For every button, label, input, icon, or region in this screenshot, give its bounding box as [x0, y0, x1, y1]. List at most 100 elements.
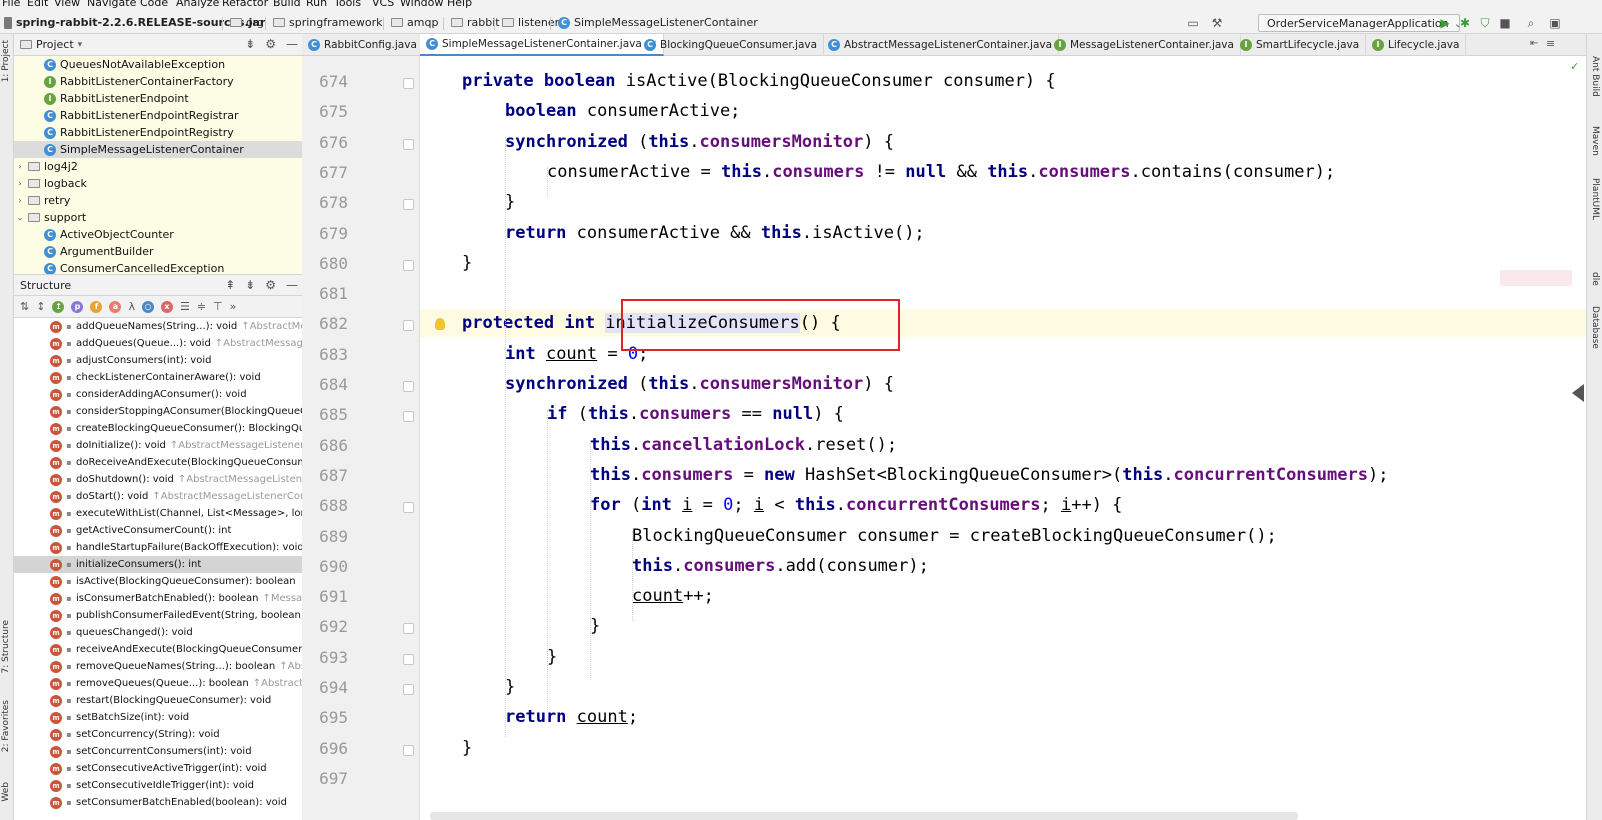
gear-icon[interactable]: ⚙ — [265, 37, 276, 51]
editor-tab[interactable]: CSimpleMessageListenerContainer.java× — [420, 34, 665, 56]
collapse-arrow-icon[interactable] — [1572, 384, 1584, 402]
project-tree-item[interactable]: C SimpleMessageListenerContainer — [14, 141, 302, 158]
menu-item[interactable]: View — [54, 0, 80, 9]
chevron-right-icon[interactable]: › — [16, 162, 24, 171]
run-icon[interactable]: ▶ — [1438, 16, 1452, 30]
fold-marker-icon[interactable] — [403, 320, 414, 331]
menu-item[interactable]: VCS — [372, 0, 394, 9]
sort-alpha-icon[interactable]: ⇅ — [20, 300, 29, 313]
fold-marker-icon[interactable] — [403, 139, 414, 150]
fold-marker-icon[interactable] — [403, 411, 414, 422]
structure-item[interactable]: m ▪ addQueueNames(String...): void ↑Abstrac… — [14, 318, 302, 335]
lightbulb-icon[interactable] — [435, 318, 445, 330]
project-tree-item[interactable]: ⌄ support — [14, 209, 302, 226]
hide-panel-icon[interactable]: — — [286, 37, 298, 51]
autoscroll-icon[interactable]: ⊤ — [213, 300, 223, 313]
structure-item[interactable]: m ▪ setConcurrentConsumers(int): void — [14, 743, 302, 760]
menu-item[interactable]: Build — [273, 0, 301, 9]
show-non-public-icon[interactable]: a — [109, 300, 122, 313]
search-icon[interactable]: ⌕ — [1524, 16, 1538, 30]
structure-item[interactable]: m ▪ createBlockingQueueConsumer(): Blockin… — [14, 420, 302, 437]
project-tree-item[interactable]: › log4j2 — [14, 158, 302, 175]
more-icon[interactable]: » — [230, 300, 237, 313]
editor-tab[interactable]: I SmartLifecycle.java — [1234, 34, 1367, 56]
structure-item[interactable]: m ▪ setBatchSize(int): void — [14, 709, 302, 726]
project-tree-item[interactable]: › retry — [14, 192, 302, 209]
chevron-right-icon[interactable]: › — [16, 179, 24, 188]
chevron-right-icon[interactable]: › — [16, 196, 24, 205]
structure-item[interactable]: m ▪ setConcurrency(String): void — [14, 726, 302, 743]
stop-icon[interactable]: ■ — [1498, 16, 1512, 30]
structure-item[interactable]: m ▪ considerStoppingAConsumer(BlockingQueu… — [14, 403, 302, 420]
window-icon[interactable]: ▭ — [1186, 16, 1200, 30]
project-tree-item[interactable]: C QueuesNotAvailableException — [14, 56, 302, 73]
structure-item[interactable]: m ▪ doInitialize(): void ↑AbstractMessageLi… — [14, 437, 302, 454]
gear-icon[interactable]: ⚙ — [265, 278, 276, 292]
structure-item[interactable]: m ▪ publishConsumerFailedEvent(String, boo… — [14, 607, 302, 624]
project-tree-item[interactable]: C RabbitListenerEndpointRegistrar — [14, 107, 302, 124]
project-tree-item[interactable]: C RabbitListenerEndpointRegistry — [14, 124, 302, 141]
project-tree-item[interactable]: C ConsumerCancelledException — [14, 260, 302, 274]
structure-item[interactable]: m ▪ removeQueueNames(String...): boolean ↑A… — [14, 658, 302, 675]
menu-item[interactable]: Refactor — [222, 0, 268, 9]
structure-item[interactable]: m ▪ setConsecutiveActiveTrigger(int): void — [14, 760, 302, 777]
sort-visibility-icon[interactable]: ↕ — [36, 300, 45, 313]
show-anonymous-icon[interactable]: ○ — [141, 300, 154, 313]
menu-item[interactable]: Help — [447, 0, 472, 9]
menu-item[interactable]: Window — [400, 0, 443, 9]
fold-marker-icon[interactable] — [403, 654, 414, 665]
breadcrumb-item[interactable]: spring-rabbit-2.2.6.RELEASE-sources.jar — [4, 16, 265, 29]
structure-item[interactable]: m ▪ considerAddingAConsumer(): void — [14, 386, 302, 403]
menu-item[interactable]: Tools — [334, 0, 361, 9]
menu-item[interactable]: File — [2, 0, 20, 9]
tool-tab-database[interactable]: Database — [1590, 306, 1600, 349]
breadcrumb-item[interactable]: rabbit — [451, 16, 500, 29]
breadcrumb-item[interactable]: C SimpleMessageListenerContainer — [558, 16, 758, 29]
project-tree-item[interactable]: C ArgumentBuilder — [14, 243, 302, 260]
breadcrumb-item[interactable]: springframework — [273, 16, 382, 29]
horizontal-scrollbar[interactable] — [430, 812, 1298, 820]
project-tree-item[interactable]: C ActiveObjectCounter — [14, 226, 302, 243]
project-tree-item[interactable]: › logback — [14, 175, 302, 192]
tool-tab-plantuml[interactable]: PlantUML — [1590, 178, 1600, 220]
fold-marker-icon[interactable] — [403, 199, 414, 210]
structure-item[interactable]: m ▪ setConsumerBatchEnabled(boolean): void — [14, 794, 302, 811]
expand-icon[interactable]: ☰ — [180, 300, 190, 313]
tabs-overflow-icon[interactable]: ⇤ — [1530, 38, 1538, 49]
show-abstract-icon[interactable]: x — [160, 300, 173, 313]
structure-item[interactable]: m ▪ receiveAndExecute(BlockingQueueConsume… — [14, 641, 302, 658]
fold-marker-icon[interactable] — [403, 381, 414, 392]
fold-marker-icon[interactable] — [403, 745, 414, 756]
show-properties-icon[interactable]: p — [71, 300, 84, 313]
show-fields-icon[interactable]: f — [90, 300, 103, 313]
fold-marker-icon[interactable] — [403, 623, 414, 634]
show-inherited-icon[interactable]: ↥ — [52, 300, 65, 313]
fold-marker-icon[interactable] — [403, 502, 414, 513]
tool-tab-ant-build[interactable]: Ant Build — [1590, 56, 1600, 97]
editor-tab[interactable]: C AbstractMessageListenerContainer.java — [822, 34, 1060, 56]
chevron-down-icon[interactable]: ▾ — [78, 40, 83, 50]
layout-icon[interactable]: ▣ — [1548, 16, 1562, 30]
fold-marker-icon[interactable] — [403, 78, 414, 89]
show-lambdas-icon[interactable]: λ — [128, 300, 135, 313]
project-panel-title[interactable]: Project — [36, 38, 74, 51]
structure-item[interactable]: m ▪ removeQueues(Queue...): boolean ↑Abstra… — [14, 675, 302, 692]
editor-tab[interactable]: C RabbitConfig.java — [302, 34, 424, 56]
breadcrumb-item[interactable]: amqp — [391, 16, 438, 29]
tabs-menu-icon[interactable]: ≡ — [1546, 37, 1555, 50]
collapse-icon[interactable]: ≑ — [197, 300, 206, 313]
fold-marker-icon[interactable] — [403, 260, 414, 271]
project-tree-item[interactable]: I RabbitListenerEndpoint — [14, 90, 302, 107]
structure-item[interactable]: m ▪ isActive(BlockingQueueConsumer): boole… — [14, 573, 302, 590]
structure-item[interactable]: m ▪ doShutdown(): void ↑AbstractMessageList… — [14, 471, 302, 488]
menu-item[interactable]: Navigate — [87, 0, 136, 9]
editor-tab[interactable]: C BlockingQueueConsumer.java — [638, 34, 825, 56]
structure-item[interactable]: m ▪ adjustConsumers(int): void — [14, 352, 302, 369]
menu-item[interactable]: Edit — [27, 0, 48, 9]
run-configuration-select[interactable]: OrderServiceManagerApplication ⌄ — [1258, 14, 1460, 32]
tool-tab-maven[interactable]: Maven — [1590, 126, 1600, 156]
structure-item[interactable]: m ▪ setConsecutiveIdleTrigger(int): void — [14, 777, 302, 794]
menu-item[interactable]: Code — [140, 0, 168, 9]
structure-item[interactable]: m ▪ addQueues(Queue...): void ↑AbstractMess… — [14, 335, 302, 352]
tool-tab-structure[interactable]: 7: Structure — [1, 620, 11, 674]
